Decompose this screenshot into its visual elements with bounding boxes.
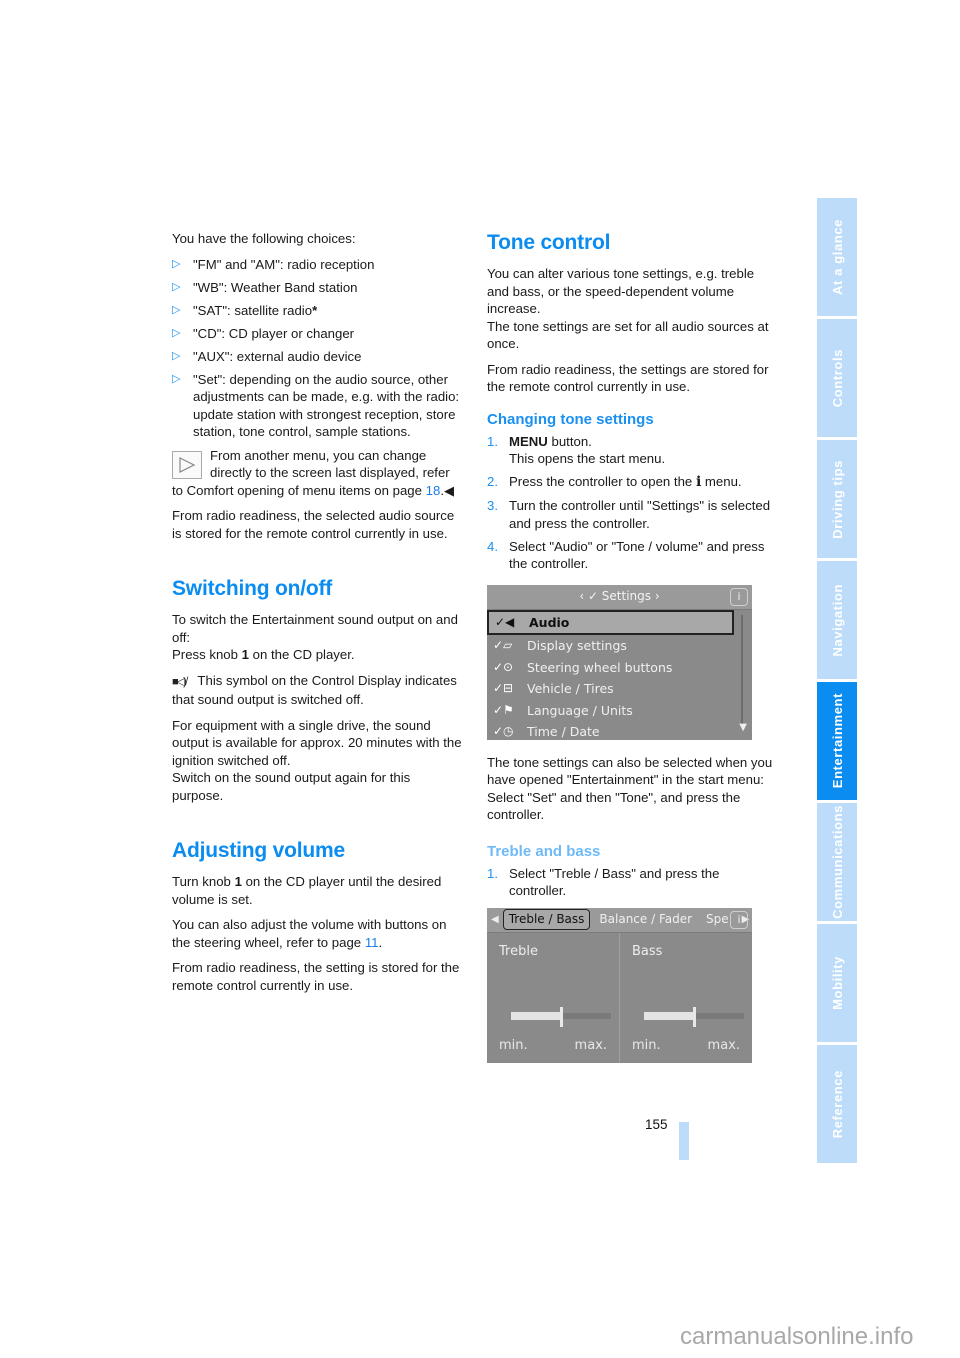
- settings-item-language[interactable]: ✓⚑ Language / Units: [487, 700, 752, 722]
- tab-left-arrow-icon[interactable]: ◀: [487, 911, 503, 929]
- changing-heading: Changing tone settings: [487, 410, 654, 428]
- page-number: 155: [645, 1117, 668, 1132]
- steering-wheel-icon: ✓⊙: [493, 659, 514, 674]
- bullet-triangle-icon: ▷: [172, 326, 181, 339]
- list-item: ▷ "SAT": satellite radio*: [172, 302, 318, 318]
- settings-item-audio[interactable]: ✓◀ Audio: [487, 609, 734, 635]
- chapter-tab-navigation[interactable]: Navigation: [817, 561, 857, 679]
- settings-screen-image: ‹ ✓ Settings › i ✓◀ Audio ✓▱ Display settin…: [487, 584, 752, 743]
- tone-screen-image: ◀ Treble / Bass Balance / Fader Spe ▶ i …: [487, 907, 752, 1063]
- clock-icon: ✓◷: [493, 724, 514, 738]
- slider-knob[interactable]: [560, 1006, 563, 1027]
- chapter-tab-at-a-glance[interactable]: At a glance: [817, 198, 857, 316]
- sound-off-icon: ■◁)̸: [172, 675, 187, 688]
- settings-item-steering[interactable]: ✓⊙ Steering wheel buttons: [487, 657, 752, 679]
- settings-item-display[interactable]: ✓▱ Display settings: [487, 635, 752, 657]
- tone-p2: From radio readiness, the settings are s…: [487, 361, 769, 395]
- step-2: 2. Press the controller to open the i men…: [487, 474, 742, 490]
- switching-p1: To switch the Entertainment sound output…: [172, 612, 458, 662]
- note-arrow-icon: [172, 450, 202, 479]
- display-icon: ✓▱: [493, 638, 513, 652]
- after-screen-text: The tone settings can also be selected w…: [487, 754, 773, 823]
- page-link-11[interactable]: 11: [365, 935, 379, 950]
- chapter-tabs: At a glance Controls Driving tips Navigatio…: [817, 198, 857, 1166]
- audio-icon: ✓◀: [495, 614, 515, 629]
- step-4: 4. Select "Audio" or "Tone / volume" and …: [487, 538, 765, 572]
- list-item: ▷ "AUX": external audio device: [172, 348, 362, 364]
- tab-treble-bass[interactable]: Treble / Bass: [502, 908, 591, 931]
- tone-heading: Tone control: [487, 231, 611, 254]
- list-item: ▷ "CD": CD player or changer: [172, 325, 355, 341]
- list-item: ▷ "FM" and "AM": radio reception: [172, 256, 375, 272]
- choices-intro: You have the following choices:: [172, 231, 356, 246]
- watermark: carmanualsonline.info: [680, 1323, 914, 1350]
- tab-balance-fader[interactable]: Balance / Fader: [594, 910, 697, 930]
- bullet-triangle-icon: ▷: [172, 257, 181, 270]
- switching-p3: For equipment with a single drive, the s…: [172, 717, 462, 803]
- chapter-tab-driving-tips[interactable]: Driving tips: [817, 440, 857, 558]
- treble-slider[interactable]: [511, 1006, 611, 1027]
- treble-pane: Treble min. max.: [487, 932, 620, 1063]
- chapter-tab-entertainment[interactable]: Entertainment: [817, 682, 857, 800]
- step-3: 3. Turn the controller until "Settings" i…: [487, 498, 771, 531]
- volume-p2: You can also adjust the volume with butt…: [172, 917, 447, 950]
- slider-knob[interactable]: [693, 1006, 696, 1027]
- menu-button-label: MENU: [509, 433, 548, 449]
- chapter-tab-controls[interactable]: Controls: [817, 319, 857, 437]
- left-column: You have the following choices: ▷ "FM" an…: [172, 230, 464, 1002]
- settings-screen-title: ‹ ✓ Settings › i: [487, 584, 752, 610]
- scrollbar: [741, 614, 743, 727]
- flag-icon: ✓⚑: [493, 702, 514, 717]
- settings-item-time[interactable]: ✓◷ Time / Date: [487, 721, 752, 743]
- info-icon: i: [730, 910, 748, 929]
- bass-slider[interactable]: [644, 1006, 744, 1027]
- scroll-down-icon: ▼: [739, 722, 747, 733]
- switching-heading: Switching on/off: [172, 577, 333, 600]
- tone-tabs: ◀ Treble / Bass Balance / Fader Spe ▶ i: [487, 907, 752, 933]
- bullet-triangle-icon: ▷: [172, 280, 181, 293]
- bullet-triangle-icon: ▷: [172, 372, 181, 385]
- note: From another menu, you can change direct…: [172, 447, 455, 498]
- volume-heading: Adjusting volume: [172, 839, 345, 862]
- vehicle-icon: ✓⊟: [493, 681, 514, 695]
- chapter-tab-reference[interactable]: Reference: [817, 1045, 857, 1163]
- switching-p2: ■◁)̸ This symbol on the Control Display …: [172, 672, 457, 708]
- treble-step-1: 1. Select "Treble / Bass" and press the c…: [487, 865, 720, 899]
- radio-readiness-text: From radio readiness, the selected audio…: [172, 508, 455, 541]
- bass-pane: Bass min. max.: [620, 933, 752, 1063]
- optional-asterisk: *: [312, 302, 318, 318]
- tab-speed-volume[interactable]: Spe: [701, 910, 734, 930]
- settings-item-vehicle[interactable]: ✓⊟ Vehicle / Tires: [487, 678, 752, 700]
- chapter-tab-mobility[interactable]: Mobility: [817, 924, 857, 1042]
- step-1: 1. MENU button. This opens the start menu.: [487, 433, 666, 467]
- bullet-triangle-icon: ▷: [172, 349, 181, 362]
- list-item: ▷ "WB": Weather Band station: [172, 279, 358, 295]
- info-icon: i: [730, 587, 748, 606]
- treble-heading: Treble and bass: [487, 842, 601, 860]
- right-column: Tone control You can alter various tone …: [487, 230, 779, 1077]
- page-marker: [679, 1122, 689, 1160]
- tone-p1: You can alter various tone settings, e.g…: [487, 266, 769, 351]
- chapter-tab-communications[interactable]: Communications: [817, 803, 857, 921]
- list-item: ▷ "Set": depending on the audio source, o…: [172, 371, 460, 440]
- page-link-18[interactable]: 18: [426, 483, 441, 498]
- volume-p1: Turn knob 1 on the CD player until the d…: [172, 874, 442, 907]
- bullet-triangle-icon: ▷: [172, 303, 181, 316]
- volume-p3: From radio readiness, the setting is sto…: [172, 960, 460, 993]
